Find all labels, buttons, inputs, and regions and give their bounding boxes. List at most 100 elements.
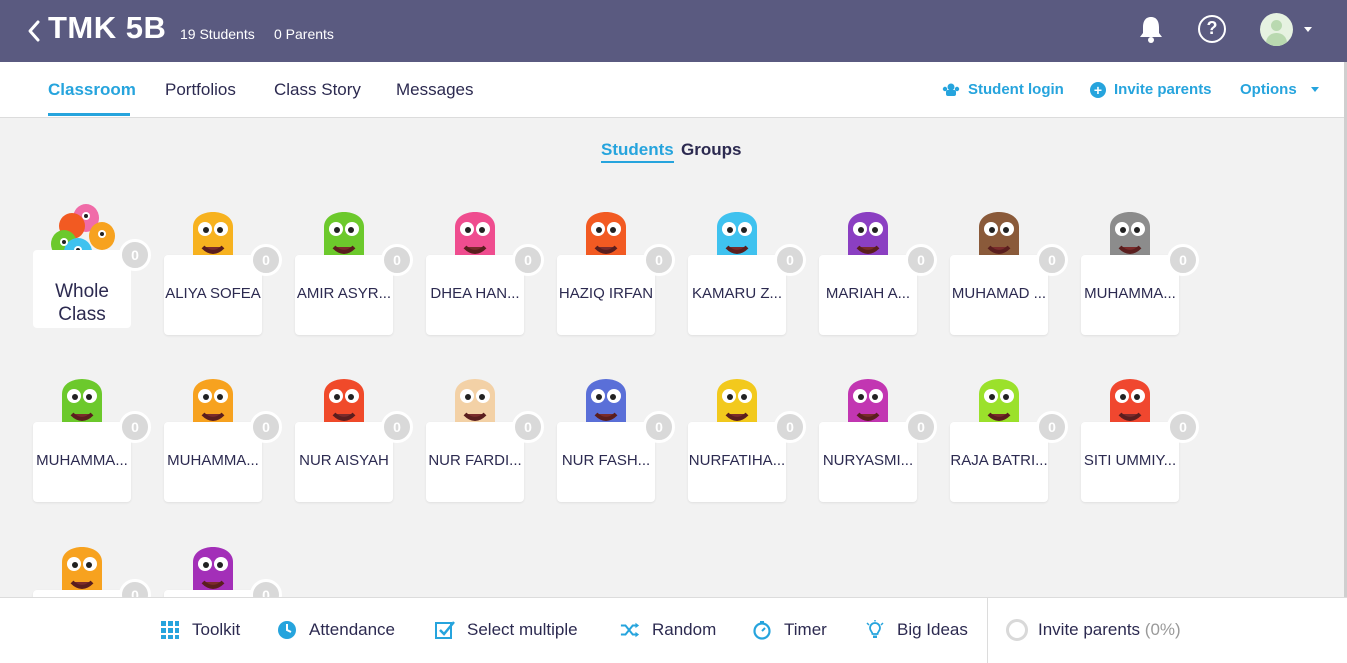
student-name-card: NURYASMI... [819, 422, 917, 502]
score-badge: 0 [381, 411, 413, 443]
score-badge: 0 [1036, 411, 1068, 443]
nav-bar: Classroom Portfolios Class Story Message… [0, 62, 1347, 118]
score-badge: 0 [905, 411, 937, 443]
user-avatar[interactable] [1260, 13, 1293, 46]
student-name-card: MUHAMAD ... [950, 255, 1048, 335]
class-title: TMK 5B [48, 10, 167, 45]
student-name-card: NURFATIHA... [688, 422, 786, 502]
attendance-label: Attendance [309, 620, 396, 639]
student-name: DHEA HAN... [430, 285, 520, 302]
toolbar-divider [987, 598, 988, 663]
whole-class-label: Whole Class [55, 281, 109, 325]
parents-count[interactable]: 0 Parents [274, 26, 334, 42]
student-name-card: KAMARU Z... [688, 255, 786, 335]
student-name-card: AMIR ASYR... [295, 255, 393, 335]
student-name: HAZIQ IRFAN [558, 285, 654, 302]
tab-messages[interactable]: Messages [396, 80, 473, 100]
score-badge: 0 [512, 411, 544, 443]
select-multiple-button[interactable]: Select multiple [435, 620, 578, 640]
student-name: MUHAMMA... [167, 452, 259, 469]
student-name: NURFATIHA... [688, 452, 786, 469]
student-name-card: RAJA BATRI... [950, 422, 1048, 502]
groups-toggle[interactable]: Groups [681, 140, 741, 160]
tab-portfolios[interactable]: Portfolios [165, 80, 236, 100]
big-ideas-button[interactable]: Big Ideas [865, 620, 968, 640]
score-badge: 0 [512, 244, 544, 276]
whole-class-label-card: Whole Class [33, 250, 131, 328]
lightbulb-icon [866, 620, 884, 638]
score-badge: 0 [905, 244, 937, 276]
student-name: MUHAMAD ... [951, 285, 1047, 302]
bottom-toolbar: Toolkit Attendance Select multiple Rando… [0, 597, 1347, 663]
checkbox-icon [435, 621, 455, 639]
stopwatch-icon [753, 621, 771, 640]
big-ideas-label: Big Ideas [897, 620, 968, 639]
score-badge: 0 [643, 244, 675, 276]
invite-parents-progress[interactable]: Invite parents (0%) [1038, 620, 1181, 640]
random-button[interactable]: Random [620, 620, 716, 640]
clock-icon [278, 621, 296, 639]
invite-parents-button[interactable]: + Invite parents [1090, 81, 1212, 98]
toolkit-label: Toolkit [192, 620, 241, 639]
toolkit-button[interactable]: Toolkit [160, 620, 240, 640]
invite-parents-label: Invite parents [1114, 81, 1212, 98]
student-name: NUR AISYAH [299, 452, 389, 469]
notifications-bell-icon[interactable] [1138, 14, 1164, 44]
back-arrow-icon[interactable] [26, 18, 42, 44]
timer-label: Timer [784, 620, 827, 639]
student-login-label: Student login [968, 81, 1064, 98]
student-login-icon [942, 83, 960, 96]
student-name-card: NUR FASH... [557, 422, 655, 502]
student-name: SITI UMMIY... [1083, 452, 1177, 469]
score-badge: 0 [774, 244, 806, 276]
student-name-card: DHEA HAN... [426, 255, 524, 335]
whole-class-score-badge: 0 [119, 239, 151, 271]
plus-circle-icon: + [1090, 81, 1106, 98]
score-badge: 0 [250, 411, 282, 443]
student-name: AMIR ASYR... [296, 285, 392, 302]
student-name-card: MARIAH A... [819, 255, 917, 335]
help-icon[interactable]: ? [1198, 15, 1226, 43]
score-badge: 0 [774, 411, 806, 443]
student-name-card: MUHAMMA... [33, 422, 131, 502]
active-tab-underline [48, 113, 130, 116]
student-name-card: NUR AISYAH [295, 422, 393, 502]
shuffle-icon [620, 622, 640, 638]
student-name: MUHAMMA... [36, 452, 128, 469]
student-name: KAMARU Z... [691, 285, 782, 302]
score-badge: 0 [1167, 411, 1199, 443]
student-name: RAJA BATRI... [950, 452, 1048, 469]
student-name-card: MUHAMMA... [164, 422, 262, 502]
student-login-button[interactable]: Student login [942, 81, 1064, 98]
student-name-card: HAZIQ IRFAN [557, 255, 655, 335]
timer-button[interactable]: Timer [752, 620, 827, 640]
student-name: NURYASMI... [822, 452, 914, 469]
student-name: NUR FARDI... [428, 452, 522, 469]
account-caret-icon[interactable] [1304, 27, 1312, 32]
student-name: ALIYA SOFEA [165, 285, 261, 302]
score-badge: 0 [1167, 244, 1199, 276]
grid-icon [161, 621, 179, 639]
students-toggle[interactable]: Students [601, 140, 674, 163]
invite-progress-ring [1006, 619, 1028, 641]
top-bar: TMK 5B 19 Students 0 Parents ? [0, 0, 1347, 62]
students-count[interactable]: 19 Students [180, 26, 255, 42]
tab-classroom[interactable]: Classroom [48, 80, 136, 100]
student-name-card: MUHAMMA... [1081, 255, 1179, 335]
tab-class-story[interactable]: Class Story [274, 80, 361, 100]
options-dropdown[interactable]: Options [1240, 81, 1319, 98]
score-badge: 0 [119, 411, 151, 443]
select-multiple-label: Select multiple [467, 620, 578, 639]
student-name: MARIAH A... [825, 285, 911, 302]
options-label: Options [1240, 81, 1297, 98]
score-badge: 0 [1036, 244, 1068, 276]
score-badge: 0 [381, 244, 413, 276]
score-badge: 0 [250, 244, 282, 276]
random-label: Random [652, 620, 717, 639]
chevron-down-icon [1310, 87, 1319, 92]
student-name-card: SITI UMMIY... [1081, 422, 1179, 502]
student-name-card: NUR FARDI... [426, 422, 524, 502]
score-badge: 0 [643, 411, 675, 443]
attendance-button[interactable]: Attendance [277, 620, 395, 640]
student-name: MUHAMMA... [1084, 285, 1176, 302]
